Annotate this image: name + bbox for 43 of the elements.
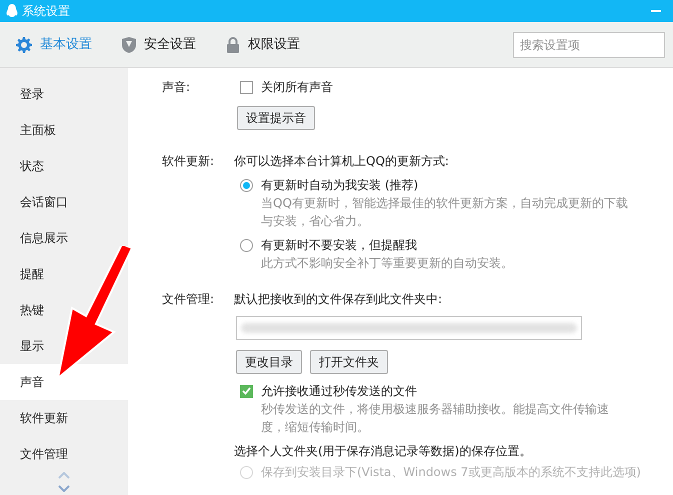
section-label: 软件更新: xyxy=(162,153,216,170)
sidebar-item[interactable]: 文件管理 xyxy=(0,436,128,472)
sidebar-item[interactable]: 软件更新 xyxy=(0,400,128,436)
radio-label: 保存到安装目录下(Vista、Windows 7或更高版本的系统不支持此选项) xyxy=(261,464,641,481)
sidebar-item[interactable]: 显示 xyxy=(0,328,128,364)
settings-tab[interactable]: 安全设置 xyxy=(122,34,196,54)
checkbox[interactable] xyxy=(240,80,253,94)
option-description: 此方式不影响安全补丁等重要更新的自动安装。 xyxy=(261,255,514,272)
checkbox[interactable] xyxy=(240,384,253,398)
sidebar-item[interactable]: 信息展示 xyxy=(0,220,128,256)
radio-button[interactable] xyxy=(240,238,253,252)
sidebar-item[interactable]: 主面板 xyxy=(0,112,128,148)
scroll-up-icon[interactable] xyxy=(58,472,70,479)
scroll-down-icon[interactable] xyxy=(58,485,70,492)
option-description: 秒传发送的文件，将使用极速服务器辅助接收。能提高文件传输速度，缩短传输时间。 xyxy=(261,401,610,436)
section-label: 文件管理: xyxy=(162,291,216,308)
settings-tab[interactable]: 权限设置 xyxy=(226,34,300,54)
section-intro: 你可以选择本台计算机上QQ的更新方式: xyxy=(234,153,450,170)
lock-icon xyxy=(226,36,240,52)
checkbox-label: 关闭所有声音 xyxy=(261,79,333,96)
checkbox-label: 允许接收通过秒传发送的文件 xyxy=(261,383,417,400)
penguin-icon xyxy=(6,4,18,18)
search-field[interactable]: 搜索设置项 xyxy=(513,32,665,58)
section-intro: 默认把接收到的文件保存到此文件夹中: xyxy=(234,291,444,308)
sidebar-item[interactable]: 会话窗口 xyxy=(0,184,128,220)
option-description: 当QQ有更新时，智能选择最佳的软件更新方案，自动完成更新的下载与安装，省心省力。 xyxy=(261,195,629,230)
radio-button[interactable] xyxy=(240,178,253,192)
sidebar-item[interactable]: 登录 xyxy=(0,76,128,112)
push-button[interactable]: 更改目录 xyxy=(236,350,302,374)
sidebar-item[interactable]: 状态 xyxy=(0,148,128,184)
shield-icon xyxy=(122,36,136,52)
push-button[interactable]: 打开文件夹 xyxy=(310,350,388,374)
radio-label: 有更新时自动为我安装 (推荐) xyxy=(261,177,418,194)
section-label: 声音: xyxy=(162,79,192,96)
radio-label: 有更新时不要安装，但提醒我 xyxy=(261,237,417,254)
window-title: 系统设置 xyxy=(22,3,70,20)
sidebar-item[interactable]: 提醒 xyxy=(0,256,128,292)
push-button[interactable]: 设置提示音 xyxy=(237,106,315,130)
folder-path-field[interactable] xyxy=(236,316,582,340)
section-intro: 选择个人文件夹(用于保存消息记录等数据)的保存位置。 xyxy=(234,443,532,460)
gear-icon xyxy=(16,36,32,52)
sidebar-item[interactable]: 热键 xyxy=(0,292,128,328)
sidebar-item[interactable]: 声音 xyxy=(0,364,128,400)
